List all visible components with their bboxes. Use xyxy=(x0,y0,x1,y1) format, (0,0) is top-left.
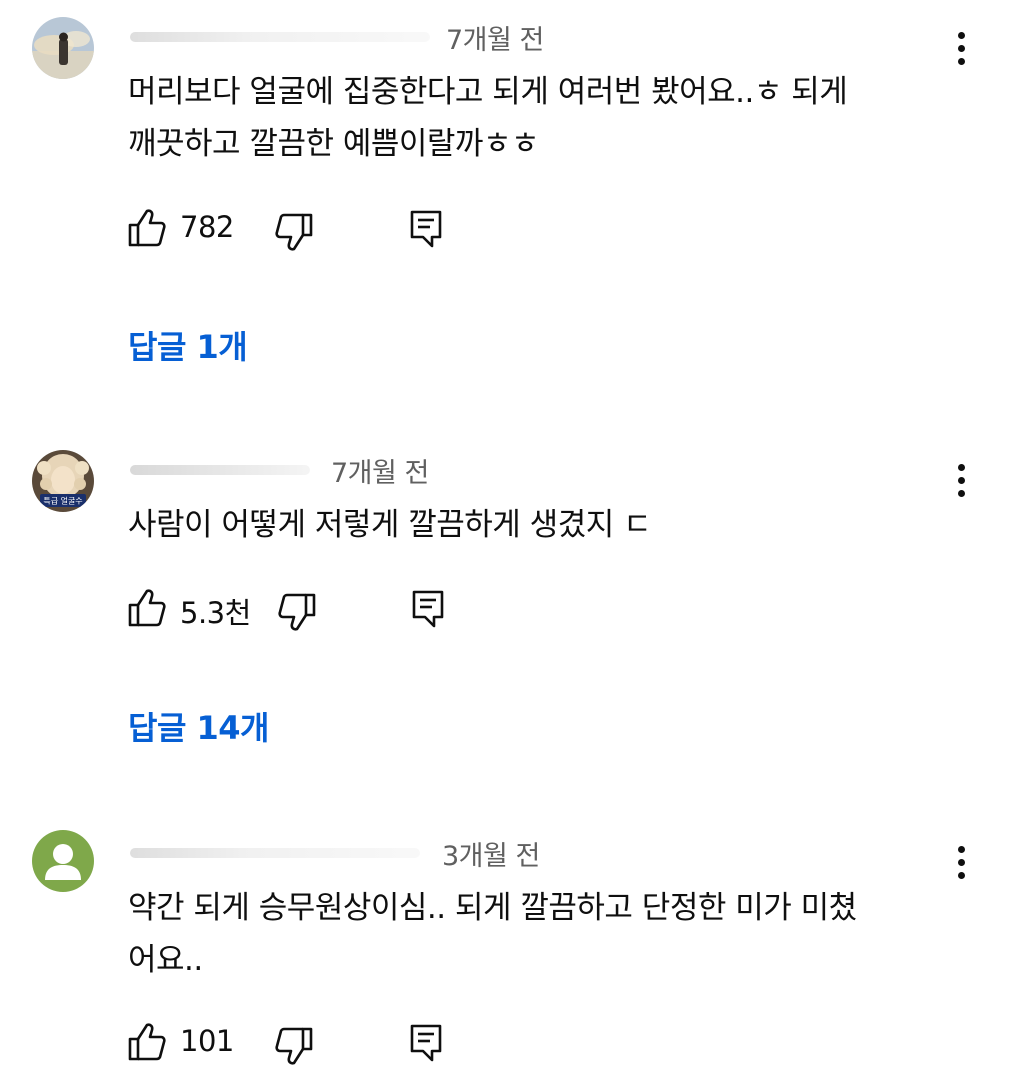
like-count: 5.3천 xyxy=(180,596,251,630)
comment-reply-icon[interactable] xyxy=(412,590,444,628)
avatar-caption: 특급 얼굴수 xyxy=(43,496,82,506)
thumbs-down-icon[interactable] xyxy=(278,592,316,632)
author-handle-redacted[interactable] xyxy=(130,848,420,858)
comment-meta: 7개월 전 xyxy=(128,18,828,56)
avatar[interactable]: 특급 얼굴수 xyxy=(32,450,94,512)
comment-text: 사람이 어떻게 저렇게 깔끔하게 생겼지 ㄷ xyxy=(128,507,652,543)
avatar-image: 특급 얼굴수 xyxy=(32,450,94,512)
comment-reply-icon[interactable] xyxy=(410,210,442,248)
avatar[interactable] xyxy=(32,830,94,892)
author-handle-redacted[interactable] xyxy=(130,32,430,42)
author-handle-redacted[interactable] xyxy=(130,465,310,475)
comment-actions: 782 xyxy=(128,208,828,252)
comment-actions: 5.3천 xyxy=(128,588,828,632)
default-avatar-icon xyxy=(32,830,94,892)
more-vertical-icon[interactable] xyxy=(944,24,978,72)
thumbs-down-icon[interactable] xyxy=(275,1026,313,1066)
comment-timestamp: 3개월 전 xyxy=(442,841,540,872)
more-vertical-icon[interactable] xyxy=(944,456,978,504)
comment-actions: 101 xyxy=(128,1022,828,1066)
more-vertical-icon[interactable] xyxy=(944,838,978,886)
comment-text: 약간 되게 승무원상이심.. 되게 깔끔하고 단정한 미가 미쳤 어요.. xyxy=(128,890,857,978)
thumbs-up-icon[interactable] xyxy=(128,208,166,248)
comment-meta: 7개월 전 xyxy=(128,451,828,489)
comment-meta: 3개월 전 xyxy=(128,834,828,872)
thumbs-up-icon[interactable] xyxy=(128,1022,166,1062)
comment-reply-icon[interactable] xyxy=(410,1024,442,1062)
avatar[interactable] xyxy=(32,17,94,79)
replies-toggle[interactable]: 답글 1개 xyxy=(128,322,248,368)
avatar-image xyxy=(32,17,94,79)
like-count: 101 xyxy=(180,1024,234,1058)
replies-toggle[interactable]: 답글 14개 xyxy=(128,703,270,749)
thumbs-down-icon[interactable] xyxy=(275,212,313,252)
thumbs-up-icon[interactable] xyxy=(128,588,166,628)
comment-timestamp: 7개월 전 xyxy=(446,25,544,56)
like-count: 782 xyxy=(180,210,234,244)
comment-timestamp: 7개월 전 xyxy=(331,458,429,489)
comment-text: 머리보다 얼굴에 집중한다고 되게 여러번 봤어요..ㅎ 되게 깨끗하고 깔끔한… xyxy=(128,74,848,162)
